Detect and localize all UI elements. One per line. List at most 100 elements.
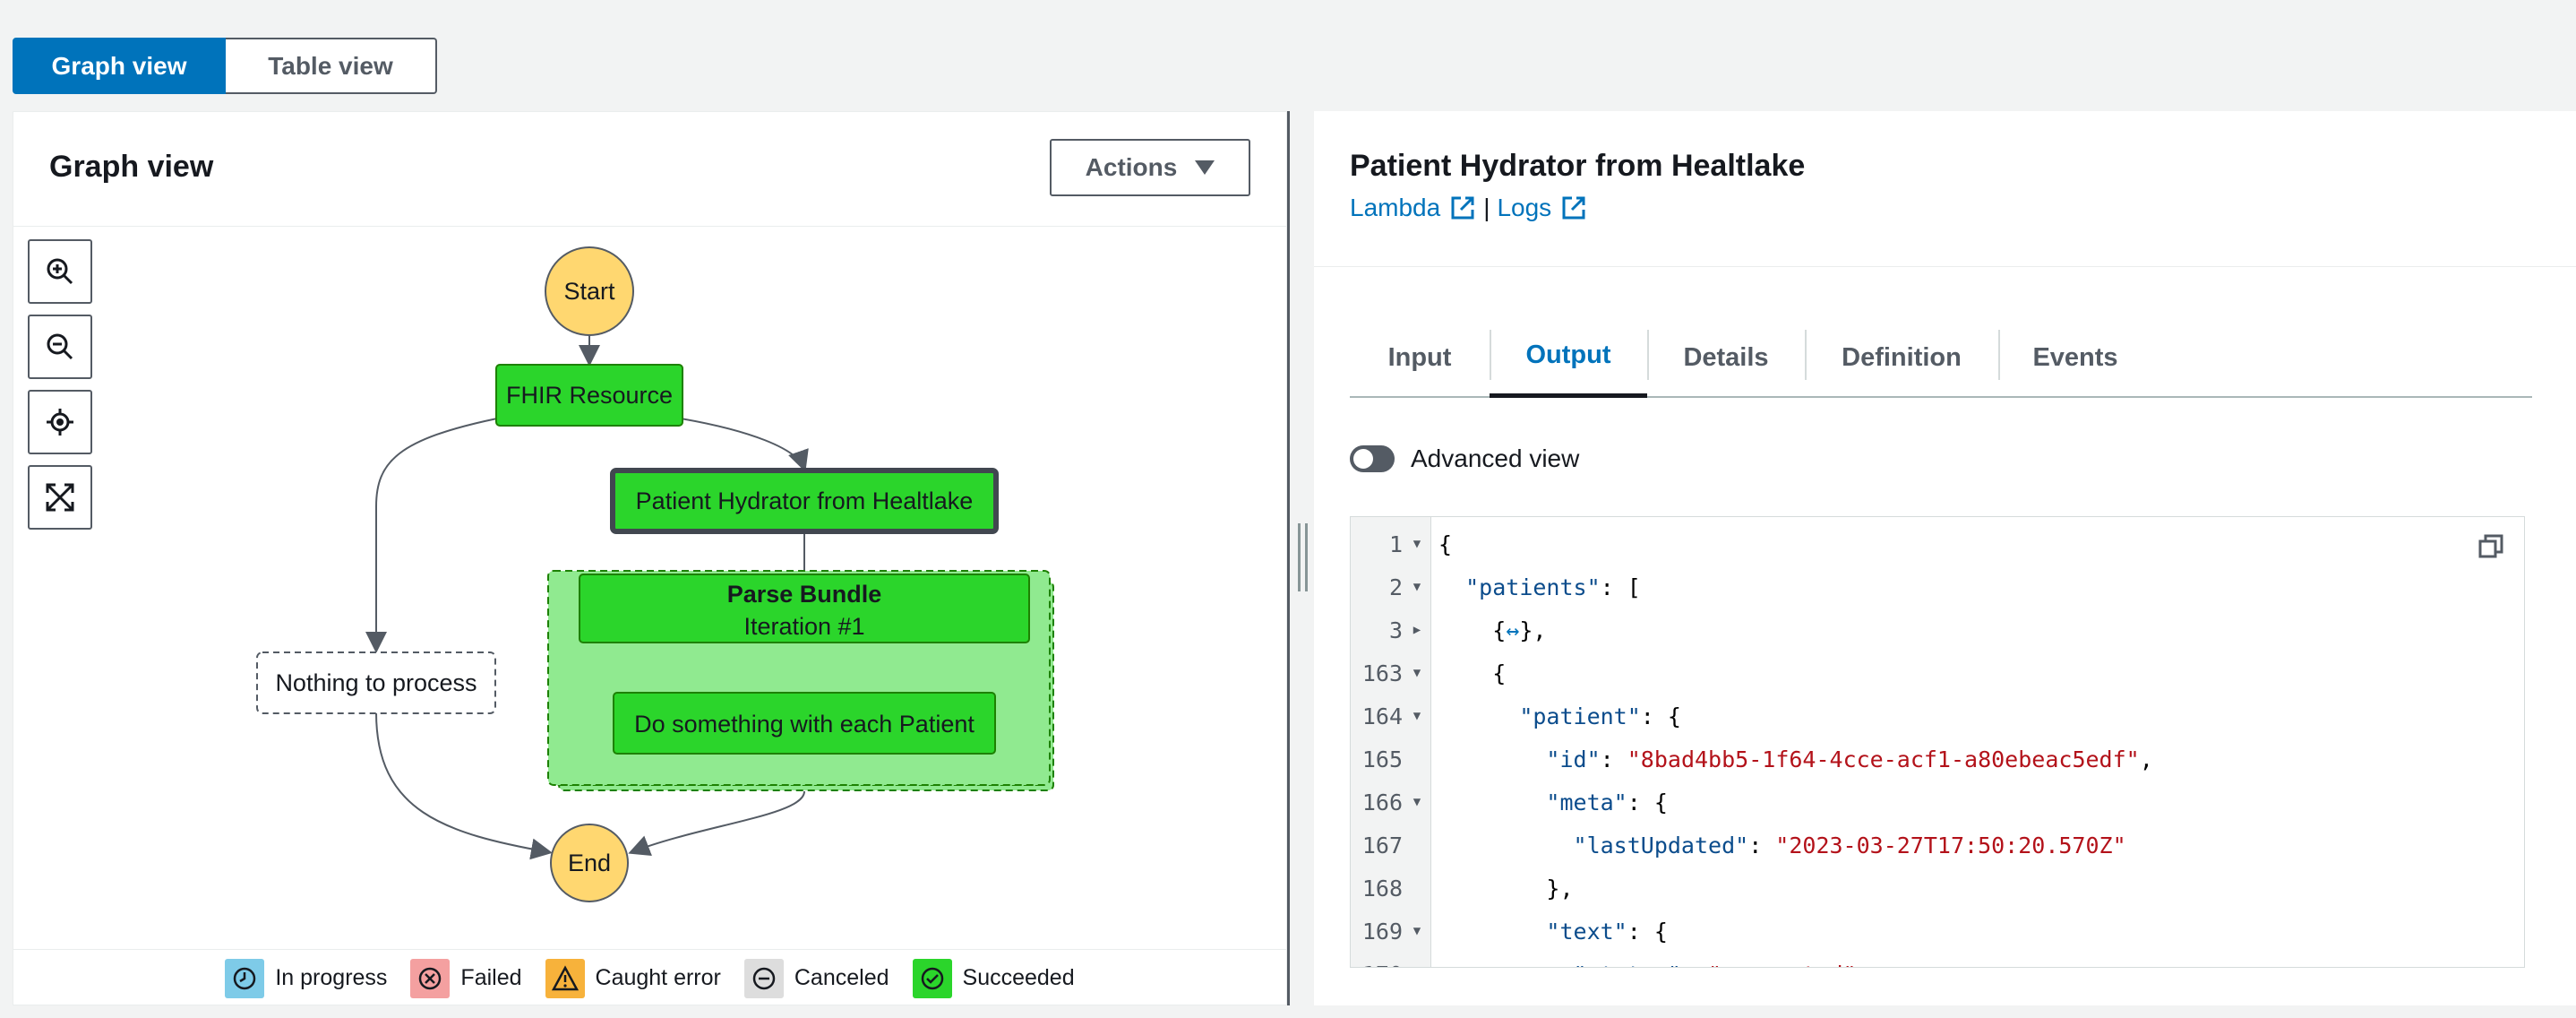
tab-definition[interactable]: Definition: [1805, 317, 1998, 398]
node-fhir-resource[interactable]: FHIR Resource: [495, 364, 683, 427]
fold-toggle-icon[interactable]: ▼: [1403, 709, 1431, 723]
line-number: 165: [1361, 746, 1403, 772]
output-code-editor[interactable]: 1 ▼{2 ▼ "patients": [3 ▶ {↔}, 163 ▼ {164 ▼ "pa…: [1350, 516, 2525, 968]
fold-toggle-icon[interactable]: ▶: [1403, 623, 1431, 637]
logs-link-label: Logs: [1497, 194, 1552, 221]
clock-icon: [225, 958, 265, 998]
legend-canceled: Canceled: [743, 958, 889, 998]
external-link-icon: [1451, 196, 1474, 220]
line-number: 3: [1388, 617, 1403, 643]
code-text: "id": "8bad4bb5-1f64-4cce-acf1-a80ebeac5…: [1546, 746, 2153, 772]
line-number: 2: [1388, 574, 1403, 600]
code-text: "patients": [: [1465, 574, 1641, 600]
details-tabs: Input Output Details Definition Events: [1350, 317, 2532, 398]
details-links: Lambda | Logs: [1350, 194, 1587, 222]
node-start[interactable]: Start: [545, 246, 634, 336]
node-start-label: Start: [563, 278, 615, 305]
canceled-icon: [743, 958, 784, 998]
node-nothing-to-process[interactable]: Nothing to process: [256, 651, 496, 714]
fold-toggle-icon[interactable]: ▼: [1403, 924, 1431, 938]
line-number: 164: [1361, 703, 1403, 729]
code-line: 166 ▼ "meta": {: [1351, 782, 2524, 822]
node-end[interactable]: End: [550, 824, 629, 902]
legend-failed: Failed: [410, 958, 522, 998]
check-icon: [912, 958, 952, 998]
node-parse-iteration: Iteration #1: [743, 613, 864, 640]
code-text: "lastUpdated": "2023-03-27T17:50:20.570Z…: [1573, 832, 2126, 858]
edge-fhir-hydrator: [680, 418, 809, 472]
fold-toggle-icon[interactable]: ▼: [1403, 580, 1431, 594]
line-number: 166: [1361, 789, 1403, 815]
advanced-view-switch[interactable]: [1350, 445, 1395, 472]
code-line: 164 ▼ "patient": {: [1351, 696, 2524, 736]
status-legend: In progress Failed Caught error Canceled…: [13, 949, 1286, 1006]
edge-nothing-end: [375, 712, 553, 860]
graph-panel: Graph view Actions Start FHIR Resource P…: [13, 111, 1287, 1005]
fold-toggle-icon[interactable]: ▼: [1403, 666, 1431, 680]
fold-toggle-icon[interactable]: ▼: [1403, 537, 1431, 551]
code-text: "text": {: [1546, 918, 1668, 945]
warning-icon: [545, 958, 585, 998]
tab-events[interactable]: Events: [1998, 317, 2152, 398]
details-title: Patient Hydrator from Healtlake: [1350, 149, 1806, 183]
copy-icon[interactable]: [2477, 533, 2504, 560]
legend-succeeded: Succeeded: [912, 958, 1075, 998]
legend-caught-error-label: Caught error: [595, 965, 721, 990]
logs-link[interactable]: Logs: [1497, 194, 1587, 222]
panel-splitter[interactable]: [1287, 111, 1314, 1005]
code-text: "patient": {: [1519, 703, 1681, 729]
legend-in-progress: In progress: [225, 958, 388, 998]
lambda-link-label: Lambda: [1350, 194, 1441, 221]
legend-in-progress-label: In progress: [275, 965, 388, 990]
code-text: {: [1438, 531, 1453, 557]
table-view-button[interactable]: Table view: [226, 38, 437, 94]
legend-canceled-label: Canceled: [794, 965, 889, 990]
code-line: 168 },: [1351, 868, 2524, 908]
graph-view-button[interactable]: Graph view: [13, 38, 226, 94]
code-line: 3 ▶ {↔},: [1351, 610, 2524, 650]
fold-toggle-icon[interactable]: ▼: [1403, 795, 1431, 809]
tab-details[interactable]: Details: [1647, 317, 1805, 398]
link-separator: |: [1483, 194, 1490, 221]
line-number: 170: [1351, 962, 1403, 968]
node-do-something[interactable]: Do something with each Patient: [613, 692, 996, 755]
edge-fhir-nothing: [365, 418, 498, 653]
code-line: 163 ▼ {: [1351, 653, 2524, 693]
node-do-something-label: Do something with each Patient: [634, 711, 975, 738]
code-line: 2 ▼ "patients": [: [1351, 567, 2524, 607]
splitter-grip-left: [1298, 523, 1301, 591]
node-fhir-label: FHIR Resource: [506, 382, 673, 409]
code-text: {↔},: [1438, 617, 1547, 643]
splitter-bar: [1287, 111, 1290, 1005]
code-text: },: [1438, 875, 1574, 902]
code-line: 167 "lastUpdated": "2023-03-27T17:50:20.…: [1351, 825, 2524, 865]
legend-caught-error: Caught error: [545, 958, 721, 998]
tab-input[interactable]: Input: [1350, 317, 1490, 398]
code-text: "meta": {: [1546, 789, 1668, 815]
line-number: 163: [1361, 660, 1403, 686]
advanced-view-label: Advanced view: [1411, 444, 1580, 472]
line-number: 169: [1361, 918, 1403, 945]
node-end-label: End: [568, 850, 611, 876]
code-line: 1 ▼ {: [1351, 524, 2524, 564]
details-header: Patient Hydrator from Healtlake Lambda |…: [1314, 111, 2576, 267]
node-hydrator-label: Patient Hydrator from Healtlake: [636, 487, 974, 514]
advanced-view-toggle[interactable]: Advanced view: [1350, 444, 1579, 473]
lambda-link[interactable]: Lambda: [1350, 194, 1476, 222]
code-line: 165 "id": "8bad4bb5-1f64-4cce-acf1-a80eb…: [1351, 739, 2524, 779]
edge-parse-end: [628, 790, 805, 856]
node-nothing-label: Nothing to process: [275, 669, 477, 696]
code-text: "status": "generated",: [1431, 962, 1870, 968]
external-link-icon: [1562, 196, 1585, 220]
state-graph: Start FHIR Resource Patient Hydrator fro…: [256, 246, 1054, 902]
line-number: 1: [1388, 531, 1403, 557]
code-text: {: [1438, 660, 1507, 686]
node-patient-hydrator[interactable]: Patient Hydrator from Healtlake: [610, 468, 999, 534]
tab-output[interactable]: Output: [1490, 317, 1647, 398]
node-parse-bundle[interactable]: Parse Bundle Iteration #1: [547, 570, 1054, 791]
legend-succeeded-label: Succeeded: [962, 965, 1075, 990]
details-panel: Patient Hydrator from Healtlake Lambda |…: [1314, 111, 2576, 1005]
line-number: 168: [1361, 875, 1403, 902]
code-line: 170 "status": "generated",: [1351, 954, 2524, 968]
splitter-grip-right: [1305, 523, 1308, 591]
